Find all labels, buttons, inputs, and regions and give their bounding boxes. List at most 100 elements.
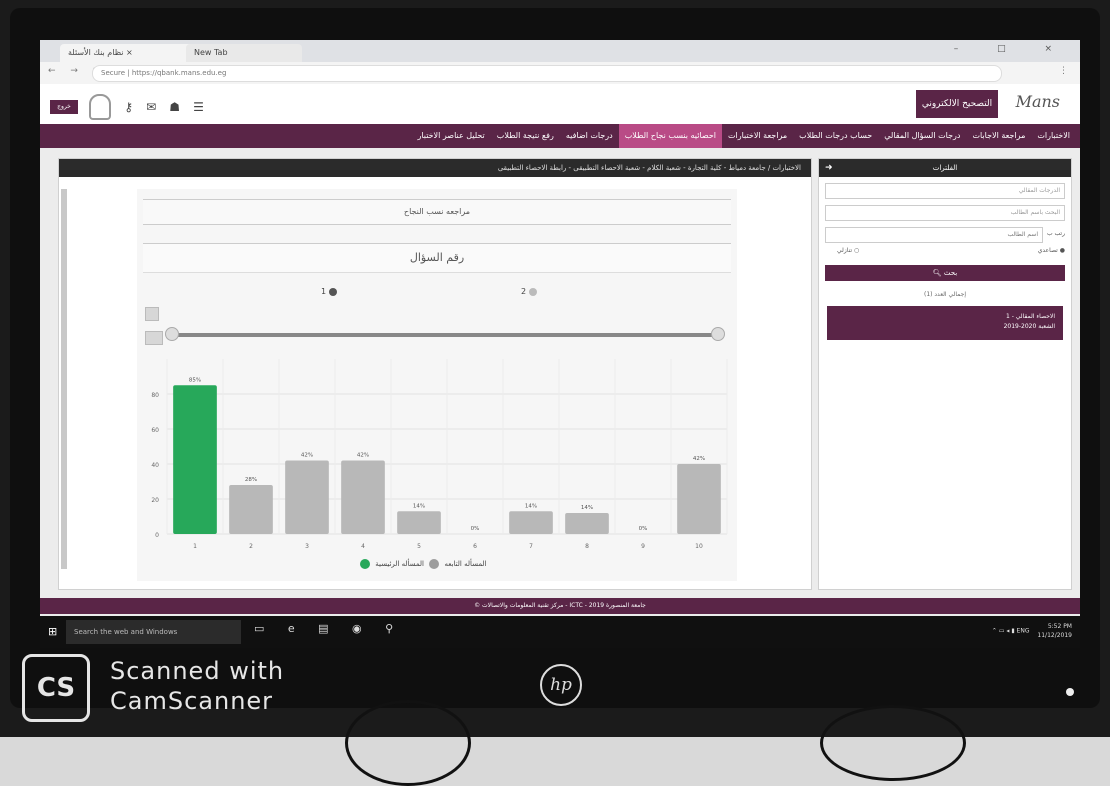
nav-item[interactable]: درجات السؤال المقالي bbox=[878, 124, 966, 148]
student-search-field[interactable]: البحث باسم الطالب bbox=[825, 205, 1065, 221]
url-field[interactable]: Secure | https://qbank.mans.edu.eg bbox=[92, 65, 1002, 82]
tray-clock[interactable]: 5:52 PM 11/12/2019 bbox=[1037, 622, 1072, 640]
brand-title: التصحيح الالكتروني bbox=[916, 90, 998, 118]
data-label: 0% bbox=[471, 526, 480, 532]
logout-button[interactable]: خروج bbox=[50, 100, 78, 114]
taskbar-search[interactable]: Search the web and Windows bbox=[66, 620, 241, 644]
tray-icons[interactable]: ⌃ ▭ ◂ ▮ bbox=[992, 628, 1015, 635]
range-slider-handle-right[interactable] bbox=[711, 327, 725, 341]
x-tick-label: 4 bbox=[361, 543, 365, 549]
nav-item[interactable]: مراجعة الاجابات bbox=[966, 124, 1031, 148]
nav-item[interactable]: احصائيه بنسب نجاح الطلاب bbox=[618, 124, 722, 148]
browser-tabbar: نظام بنك الأسئلة × New Tab – □ × bbox=[40, 40, 1080, 62]
site-footer: © مركز تقنية المعلومات والاتصالات - ICTC… bbox=[40, 598, 1080, 614]
radio-ascending[interactable]: تصاعدي ● bbox=[1038, 247, 1065, 254]
data-label: 85% bbox=[189, 377, 201, 383]
hp-logo: hp bbox=[540, 664, 582, 706]
bar bbox=[509, 511, 553, 534]
key-icon[interactable]: ⚷ bbox=[124, 100, 133, 114]
breadcrumb: الاختبارات / جامعة دمياط - كلية التجارة … bbox=[59, 159, 811, 177]
windows-start-icon[interactable]: ⊞ bbox=[48, 626, 60, 638]
search-icon: 🔍︎ bbox=[932, 269, 944, 277]
app-header: خروج ⚷ ✉ ☗ ☰ التصحيح الالكتروني Mans bbox=[40, 84, 1080, 124]
menu-icon[interactable]: ☰ bbox=[193, 100, 204, 114]
nav-item[interactable]: رفع نتيجة الطلاب bbox=[491, 124, 560, 148]
sort-order-radios: تصاعدي ● تنازلي ○ bbox=[825, 247, 1065, 259]
mail-icon[interactable]: ✉ bbox=[146, 100, 156, 114]
nav-item[interactable]: تحليل عناصر الاختبار bbox=[411, 124, 490, 148]
legend-label-followup[interactable]: المسأله التابعه bbox=[444, 560, 486, 568]
search-button[interactable]: 🔍︎ بحث bbox=[825, 265, 1065, 281]
users-icon[interactable]: ☗ bbox=[169, 100, 180, 114]
scrollbar[interactable] bbox=[61, 189, 67, 569]
legend-marker-main bbox=[429, 559, 440, 569]
x-tick-label: 2 bbox=[249, 543, 253, 549]
header-tools: خروج ⚷ ✉ ☗ ☰ bbox=[50, 94, 204, 120]
x-tick-label: 3 bbox=[305, 543, 309, 549]
result-title: 1 - الاحصاء المقالي bbox=[1005, 313, 1055, 320]
data-label: 42% bbox=[301, 453, 313, 459]
result-item[interactable]: 1 - الاحصاء المقالي 2019-2020 الشعبة bbox=[827, 306, 1063, 340]
question-radio-1[interactable]: 1 bbox=[321, 287, 338, 296]
power-led bbox=[1066, 688, 1074, 696]
nav-item[interactable]: مراجعة الاختبارات bbox=[722, 124, 793, 148]
question-radio-1-label: 1 bbox=[321, 287, 327, 296]
bar bbox=[341, 460, 385, 534]
search-button-label: بحث bbox=[943, 269, 958, 277]
screen: نظام بنك الأسئلة × New Tab – □ × ← → ⟳ S… bbox=[40, 40, 1080, 648]
cable bbox=[820, 705, 966, 781]
nav-item[interactable]: حساب درجات الطلاب bbox=[793, 124, 878, 148]
tray-language[interactable]: ENG bbox=[1017, 628, 1030, 635]
question-radio-2[interactable]: 2 bbox=[521, 287, 538, 296]
address-bar-row: ← → ⟳ Secure | https://qbank.mans.edu.eg… bbox=[40, 62, 1080, 85]
main-nav: الاختبارات مراجعة الاجابات درجات السؤال ال… bbox=[40, 124, 1080, 148]
x-tick-label: 7 bbox=[529, 543, 533, 549]
bar bbox=[229, 485, 273, 534]
x-tick-label: 9 bbox=[641, 543, 645, 549]
bar bbox=[173, 385, 217, 534]
arrow-right-icon[interactable]: ➜ bbox=[825, 159, 833, 177]
data-label: 14% bbox=[581, 505, 593, 511]
camscanner-line2: CamScanner bbox=[110, 687, 274, 715]
filter-panel-title: الفلترات bbox=[932, 164, 958, 172]
range-slider-handle-left[interactable] bbox=[165, 327, 179, 341]
windows-taskbar: ⊞ Search the web and Windows ▭ e ▤ ◉ ⚲ ⌃… bbox=[40, 616, 1080, 648]
question-heading: رقم السؤال bbox=[143, 243, 731, 273]
y-tick-label: 40 bbox=[151, 462, 159, 469]
browser-tab-active[interactable]: نظام بنك الأسئلة × bbox=[60, 44, 196, 62]
chart-legend: المسأله التابعه المسأله الرئيسية bbox=[357, 559, 486, 569]
legend-marker-followup bbox=[360, 559, 370, 569]
browser-tab-new[interactable]: New Tab bbox=[186, 44, 302, 62]
legend-label-main[interactable]: المسأله الرئيسية bbox=[375, 560, 424, 568]
mans-logo: Mans bbox=[1015, 92, 1060, 111]
y-tick-label: 60 bbox=[151, 427, 159, 434]
tray-time: 5:52 PM bbox=[1047, 623, 1072, 630]
result-subtitle: 2019-2020 الشعبة bbox=[1003, 323, 1055, 330]
total-count: إجمالي العدد (1) bbox=[923, 291, 967, 298]
sort-select[interactable]: اسم الطالب bbox=[825, 227, 1043, 243]
filter-panel-header: ➜ الفلترات bbox=[819, 159, 1071, 177]
data-label: 42% bbox=[357, 453, 369, 459]
main-nav-list: الاختبارات مراجعة الاجابات درجات السؤال ال… bbox=[411, 124, 1076, 148]
taskbar-app-icons[interactable]: ▭ e ▤ ◉ ⚲ bbox=[254, 622, 403, 635]
range-slider-track[interactable] bbox=[169, 333, 717, 337]
system-tray[interactable]: ⌃ ▭ ◂ ▮ ENG 5:52 PM 11/12/2019 bbox=[992, 622, 1072, 640]
radio-descending[interactable]: تنازلي ○ bbox=[837, 247, 859, 254]
zoom-reset-icon[interactable] bbox=[145, 307, 159, 321]
data-label: 28% bbox=[245, 477, 257, 483]
window-controls[interactable]: – □ × bbox=[954, 44, 1070, 54]
browser-menu-icon[interactable]: ⋮ bbox=[1059, 66, 1068, 76]
monitor-frame: نظام بنك الأسئلة × New Tab – □ × ← → ⟳ S… bbox=[0, 0, 1110, 786]
bar bbox=[677, 464, 721, 534]
essay-grades-field[interactable]: الدرجات المقالي bbox=[825, 183, 1065, 199]
screenshot-icon[interactable] bbox=[145, 331, 163, 345]
radio-checked-icon bbox=[329, 287, 338, 296]
nav-item[interactable]: درجات اضافيه bbox=[560, 124, 619, 148]
nav-item[interactable]: الاختبارات bbox=[1031, 124, 1076, 148]
data-label: 14% bbox=[525, 503, 537, 509]
y-tick-label: 20 bbox=[151, 497, 159, 504]
data-label: 0% bbox=[639, 526, 648, 532]
camscanner-text: Scanned with CamScanner bbox=[110, 656, 284, 716]
avatar[interactable] bbox=[89, 94, 112, 120]
x-tick-label: 10 bbox=[695, 543, 703, 549]
